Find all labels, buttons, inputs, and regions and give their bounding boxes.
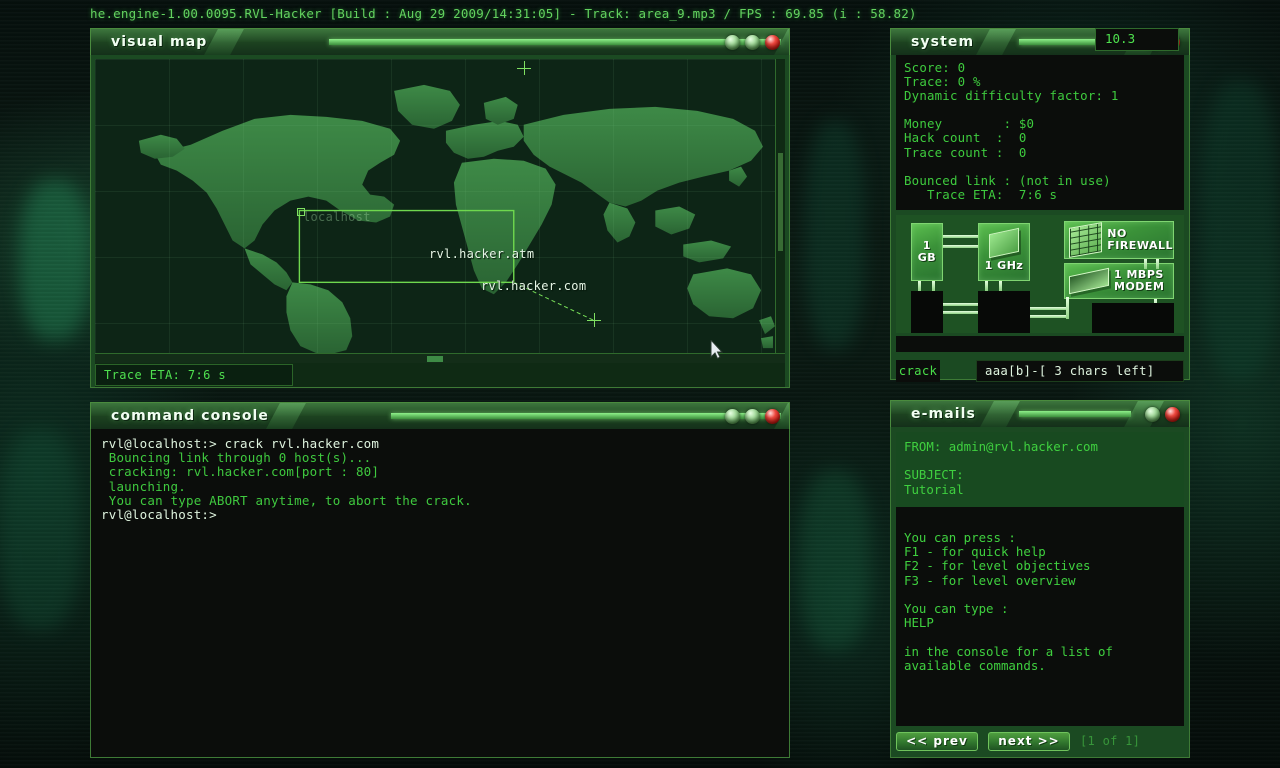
crack-progress-row: crack aaa[b]-[ 3 chars left] [896, 359, 1184, 383]
window-emails: e-mails FROM: admin@rvl.hacker.com SUBJE… [890, 400, 1190, 758]
minimize-button[interactable] [725, 35, 740, 50]
hardware-ram-unit: GB [918, 252, 936, 264]
system-title: system [891, 34, 974, 50]
world-map-canvas[interactable]: localhost rvl.hacker.atm rvl.hacker.com [95, 59, 775, 353]
map-horizontal-scroll-thumb[interactable] [427, 356, 443, 362]
system-stat-row-0: Score: 0 [904, 61, 1176, 75]
map-label-rvl-hacker-com: rvl.hacker.com [481, 279, 586, 293]
map-label-rvl-hacker-atm: rvl.hacker.atm [429, 247, 534, 261]
console-line-5: rvl@localhost:> [101, 508, 779, 522]
email-body-line-2: F1 - for quick help [904, 545, 1176, 559]
system-stat-row-1: Trace: 0 % [904, 75, 1176, 89]
command-console-titlebar[interactable]: command console [90, 402, 790, 429]
map-node-marker-com[interactable] [591, 317, 597, 323]
system-body: 10.3 Score: 0Trace: 0 %Dynamic difficult… [890, 55, 1190, 380]
hardware-modem-line2: MODEM [1114, 281, 1164, 293]
system-stat-row-9: Trace ETA: 7:6 s [904, 188, 1176, 202]
email-body-line-6: You can type : [904, 602, 1176, 616]
command-console-title: command console [91, 408, 269, 424]
system-stat-row-2: Dynamic difficulty factor: 1 [904, 89, 1176, 103]
map-trace-eta: Trace ETA: 7:6 s [95, 364, 293, 386]
emails-title: e-mails [891, 406, 976, 422]
email-navigation: << prev next >> [1 of 1] [896, 726, 1184, 752]
map-vertical-scroll-thumb[interactable] [778, 153, 783, 251]
email-subject: Tutorial [904, 483, 1176, 497]
email-prev-button[interactable]: << prev [896, 732, 978, 751]
system-ticker-value: 10.3 [1095, 28, 1179, 51]
system-stats-panel: 10.3 Score: 0Trace: 0 %Dynamic difficult… [896, 55, 1184, 210]
firewall-brick-icon [1069, 222, 1102, 258]
emails-body: FROM: admin@rvl.hacker.com SUBJECT: Tuto… [890, 427, 1190, 758]
emails-window-buttons [1145, 401, 1180, 427]
visual-map-window-buttons [725, 29, 780, 55]
emails-titlebar[interactable]: e-mails [890, 400, 1190, 427]
email-body-line-3: F2 - for level objectives [904, 559, 1176, 573]
minimize-button[interactable] [1145, 407, 1160, 422]
close-button[interactable] [765, 35, 780, 50]
engine-status-text: he.engine-1.00.0095.RVL-Hacker [Build : … [90, 6, 917, 21]
hardware-firewall-tile[interactable]: NO FIREWALL [1064, 221, 1174, 259]
window-system: system 10.3 Score: 0Trace: 0 %Dynamic di… [890, 28, 1190, 380]
email-header: FROM: admin@rvl.hacker.com SUBJECT: Tuto… [896, 432, 1184, 507]
visual-map-body: localhost rvl.hacker.atm rvl.hacker.com … [90, 55, 790, 388]
map-horizontal-scrollbar[interactable] [95, 353, 785, 363]
email-from: FROM: admin@rvl.hacker.com [904, 440, 1176, 454]
system-stat-row-3 [904, 103, 1176, 117]
hardware-slot-empty-3[interactable] [1092, 303, 1174, 333]
window-command-console: command console rvl@localhost:> crack rv… [90, 402, 790, 758]
map-label-localhost: localhost [303, 210, 371, 224]
console-line-1: Bouncing link through 0 host(s)... [101, 451, 779, 465]
cpu-chip-icon [989, 228, 1019, 258]
system-stat-row-4: Money : $0 [904, 117, 1176, 131]
crack-progress-text: aaa[b]-[ 3 chars left] [976, 360, 1184, 382]
console-line-3: launching. [101, 480, 779, 494]
email-body-line-4: F3 - for level overview [904, 574, 1176, 588]
hardware-slot-empty-2[interactable] [978, 291, 1030, 333]
modem-icon [1069, 268, 1109, 295]
command-console-window-buttons [725, 403, 780, 429]
email-body-text: You can press :F1 - for quick helpF2 - f… [896, 507, 1184, 726]
email-counter: [1 of 1] [1080, 734, 1140, 748]
email-body-line-5 [904, 588, 1176, 602]
email-body-line-10: available commands. [904, 659, 1176, 673]
hardware-slot-empty-1[interactable] [911, 291, 943, 333]
system-stat-row-5: Hack count : 0 [904, 131, 1176, 145]
system-stat-row-6: Trace count : 0 [904, 146, 1176, 160]
console-line-2: cracking: rvl.hacker.com[port : 80] [101, 465, 779, 479]
hardware-cpu-tile[interactable]: 1 GHz [978, 223, 1030, 281]
visual-map-titlebar[interactable]: visual map [90, 28, 790, 55]
engine-status-bar: he.engine-1.00.0095.RVL-Hacker [Build : … [0, 0, 1280, 26]
map-node-marker-atm[interactable] [521, 65, 527, 71]
map-vertical-scrollbar[interactable] [775, 59, 785, 353]
window-visual-map: visual map [90, 28, 790, 388]
hardware-cpu-speed: 1 GHz [985, 260, 1024, 272]
email-subject-label: SUBJECT: [904, 468, 1176, 482]
console-line-0: rvl@localhost:> crack rvl.hacker.com [101, 437, 779, 451]
hardware-diagram[interactable]: 1 GB 1 GHz NO FIREWALL 1 MBPS [896, 215, 1184, 333]
email-body-line-8 [904, 630, 1176, 644]
visual-map-title: visual map [91, 34, 207, 50]
close-button[interactable] [765, 409, 780, 424]
maximize-button[interactable] [745, 35, 760, 50]
email-next-button[interactable]: next >> [988, 732, 1070, 751]
console-output[interactable]: rvl@localhost:> crack rvl.hacker.com Bou… [90, 429, 790, 758]
email-body-line-0 [904, 517, 1176, 531]
minimize-button[interactable] [725, 409, 740, 424]
console-line-4: You can type ABORT anytime, to abort the… [101, 494, 779, 508]
close-button[interactable] [1165, 407, 1180, 422]
world-map-graphic [95, 59, 775, 353]
email-body-line-9: in the console for a list of [904, 645, 1176, 659]
system-stat-row-8: Bounced link : (not in use) [904, 174, 1176, 188]
hardware-firewall-line2: FIREWALL [1107, 240, 1173, 252]
system-stat-row-7 [904, 160, 1176, 174]
hardware-divider-strip [896, 336, 1184, 352]
email-body-line-7: HELP [904, 616, 1176, 630]
email-body-line-1: You can press : [904, 531, 1176, 545]
crack-label: crack [896, 360, 940, 382]
maximize-button[interactable] [745, 409, 760, 424]
hardware-ram-tile[interactable]: 1 GB [911, 223, 943, 281]
map-footer: Trace ETA: 7:6 s [95, 363, 785, 387]
